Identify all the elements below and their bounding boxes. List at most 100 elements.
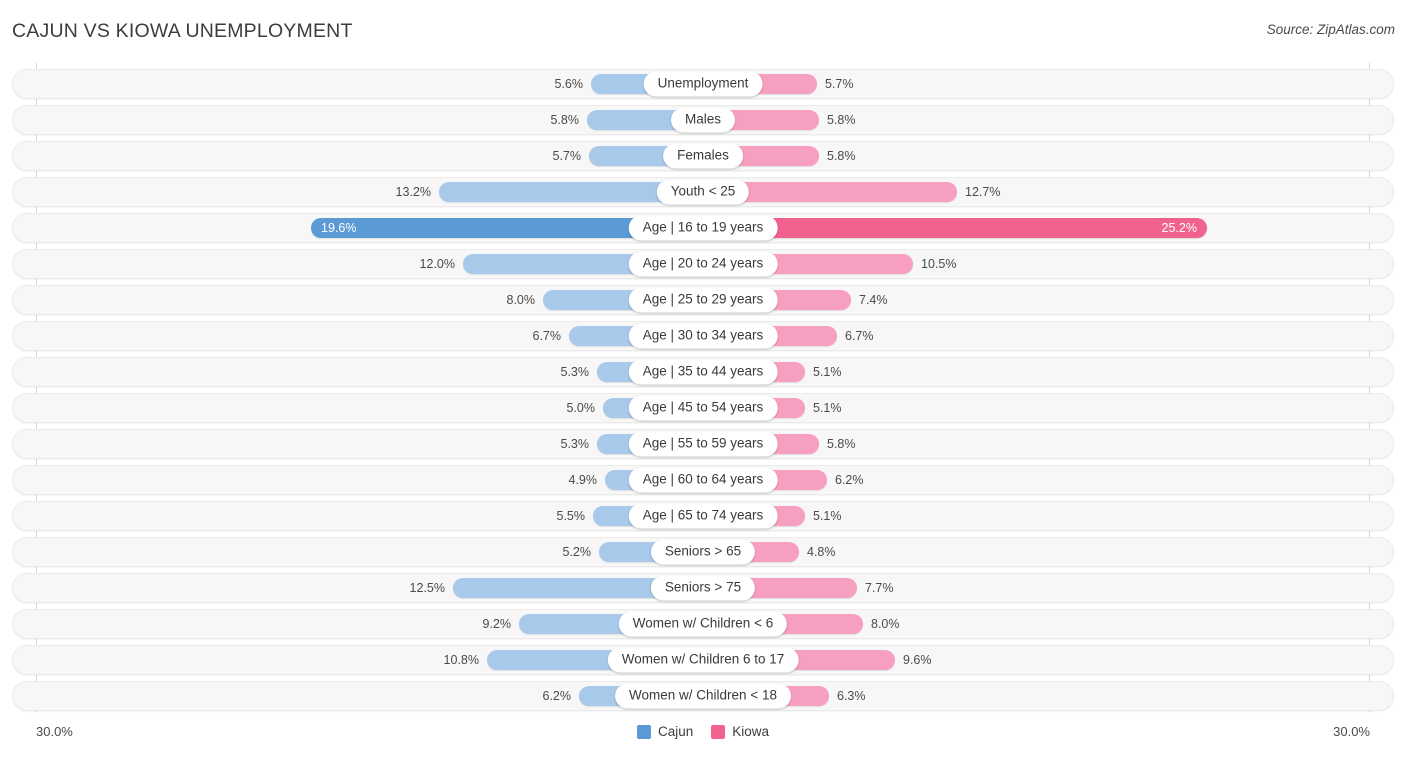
legend-swatch-icon: [636, 724, 651, 739]
row-right-side: 7.7%: [703, 574, 1393, 602]
chart-row-inner: 13.2% 12.7% Youth < 25: [13, 178, 1393, 206]
row-value-left: 6.7%: [532, 329, 562, 343]
row-category-label: Seniors > 65: [650, 539, 756, 565]
row-left-side: 5.0%: [13, 394, 703, 422]
chart-row-inner: 5.2% 4.8% Seniors > 65: [13, 538, 1393, 566]
row-value-right: 7.4%: [859, 293, 888, 307]
chart-row-inner: 12.0% 10.5% Age | 20 to 24 years: [13, 250, 1393, 278]
row-category-label: Women w/ Children < 6: [618, 611, 788, 637]
row-value-right: 5.7%: [825, 77, 854, 91]
row-value-left: 9.2%: [482, 617, 512, 631]
row-value-right: 7.7%: [865, 581, 894, 595]
row-value-right: 6.2%: [835, 473, 864, 487]
chart-row: 5.8% 5.8% Males: [12, 105, 1394, 135]
row-right-side: 6.3%: [703, 682, 1393, 710]
row-category-label: Age | 25 to 29 years: [628, 287, 778, 313]
chart-row-inner: 5.3% 5.1% Age | 35 to 44 years: [13, 358, 1393, 386]
chart-row-inner: 5.0% 5.1% Age | 45 to 54 years: [13, 394, 1393, 422]
row-left-side: 12.0%: [13, 250, 703, 278]
chart-row-inner: 12.5% 7.7% Seniors > 75: [13, 574, 1393, 602]
row-category-label: Women w/ Children < 18: [615, 683, 791, 709]
chart-row: 5.6% 5.7% Unemployment: [12, 69, 1394, 99]
row-value-left: 4.9%: [568, 473, 598, 487]
row-left-side: 8.0%: [13, 286, 703, 314]
row-left-side: 5.2%: [13, 538, 703, 566]
row-value-right: 8.0%: [871, 617, 900, 631]
row-category-label: Age | 16 to 19 years: [628, 215, 778, 241]
row-left-side: 6.7%: [13, 322, 703, 350]
row-value-right: 10.5%: [921, 257, 957, 271]
row-left-side: 6.2%: [13, 682, 703, 710]
row-left-side: 5.5%: [13, 502, 703, 530]
chart-row: 12.5% 7.7% Seniors > 75: [12, 573, 1394, 603]
row-category-label: Age | 30 to 34 years: [628, 323, 778, 349]
row-left-side: 19.6%: [13, 214, 703, 242]
chart-row: 5.3% 5.8% Age | 55 to 59 years: [12, 429, 1394, 459]
row-right-side: 12.7%: [703, 178, 1393, 206]
source-attribution: Source: ZipAtlas.com: [1266, 22, 1395, 37]
row-left-side: 10.8%: [13, 646, 703, 674]
row-category-label: Youth < 25: [656, 179, 750, 205]
chart-row-inner: 6.7% 6.7% Age | 30 to 34 years: [13, 322, 1393, 350]
row-value-right: 5.8%: [827, 149, 856, 163]
row-value-left: 19.6%: [321, 221, 357, 235]
row-value-left: 5.3%: [560, 365, 590, 379]
row-value-right: 25.2%: [1161, 221, 1197, 235]
row-value-right: 6.3%: [837, 689, 866, 703]
row-value-right: 9.6%: [903, 653, 932, 667]
chart-row: 5.2% 4.8% Seniors > 65: [12, 537, 1394, 567]
chart-row: 9.2% 8.0% Women w/ Children < 6: [12, 609, 1394, 639]
legend-item[interactable]: Kiowa: [711, 724, 769, 739]
row-right-side: 5.1%: [703, 358, 1393, 386]
legend-item[interactable]: Cajun: [636, 724, 694, 739]
row-left-side: 12.5%: [13, 574, 703, 602]
row-value-right: 5.1%: [813, 509, 842, 523]
row-left-side: 5.3%: [13, 430, 703, 458]
page-title: CAJUN VS KIOWA UNEMPLOYMENT: [12, 20, 353, 42]
row-value-left: 8.0%: [506, 293, 536, 307]
row-right-side: 5.7%: [703, 70, 1393, 98]
chart-row: 12.0% 10.5% Age | 20 to 24 years: [12, 249, 1394, 279]
row-right-side: 25.2%: [703, 214, 1393, 242]
chart-row-inner: 5.5% 5.1% Age | 65 to 74 years: [13, 502, 1393, 530]
row-value-left: 13.2%: [395, 185, 431, 199]
row-right-side: 5.8%: [703, 142, 1393, 170]
chart-row: 8.0% 7.4% Age | 25 to 29 years: [12, 285, 1394, 315]
row-value-right: 12.7%: [965, 185, 1001, 199]
row-category-label: Age | 20 to 24 years: [628, 251, 778, 277]
chart-row-inner: 6.2% 6.3% Women w/ Children < 18: [13, 682, 1393, 710]
chart-row-inner: 5.3% 5.8% Age | 55 to 59 years: [13, 430, 1393, 458]
row-left-side: 5.8%: [13, 106, 703, 134]
row-value-left: 5.8%: [550, 113, 580, 127]
row-category-label: Seniors > 75: [650, 575, 756, 601]
row-left-side: 13.2%: [13, 178, 703, 206]
chart-row: 6.2% 6.3% Women w/ Children < 18: [12, 681, 1394, 711]
chart-row-inner: 5.6% 5.7% Unemployment: [13, 70, 1393, 98]
row-category-label: Males: [670, 107, 736, 133]
row-value-left: 5.7%: [552, 149, 582, 163]
row-value-left: 6.2%: [542, 689, 572, 703]
row-category-label: Age | 65 to 74 years: [628, 503, 778, 529]
row-right-side: 4.8%: [703, 538, 1393, 566]
chart-page: CAJUN VS KIOWA UNEMPLOYMENT Source: ZipA…: [0, 0, 1406, 757]
row-value-left: 5.3%: [560, 437, 590, 451]
row-right-side: 9.6%: [703, 646, 1393, 674]
row-left-side: 4.9%: [13, 466, 703, 494]
row-value-left: 5.0%: [566, 401, 596, 415]
row-value-left: 5.5%: [556, 509, 586, 523]
chart-row: 4.9% 6.2% Age | 60 to 64 years: [12, 465, 1394, 495]
row-right-side: 8.0%: [703, 610, 1393, 638]
row-category-label: Age | 45 to 54 years: [628, 395, 778, 421]
row-value-right: 5.8%: [827, 437, 856, 451]
chart-row-inner: 5.8% 5.8% Males: [13, 106, 1393, 134]
legend-swatch-icon: [711, 724, 726, 739]
row-right-side: 7.4%: [703, 286, 1393, 314]
row-right-side: 5.1%: [703, 394, 1393, 422]
legend-label: Cajun: [657, 724, 694, 739]
chart-row: 5.3% 5.1% Age | 35 to 44 years: [12, 357, 1394, 387]
chart-header: CAJUN VS KIOWA UNEMPLOYMENT Source: ZipA…: [0, 0, 1406, 62]
chart-plot-area: 5.6% 5.7% Unemployment 5.8% 5.8% Males 5.7% 5.8…: [12, 63, 1394, 718]
chart-row-inner: 19.6% 25.2% Age | 16 to 19 years: [13, 214, 1393, 242]
row-left-side: 9.2%: [13, 610, 703, 638]
row-category-label: Age | 35 to 44 years: [628, 359, 778, 385]
